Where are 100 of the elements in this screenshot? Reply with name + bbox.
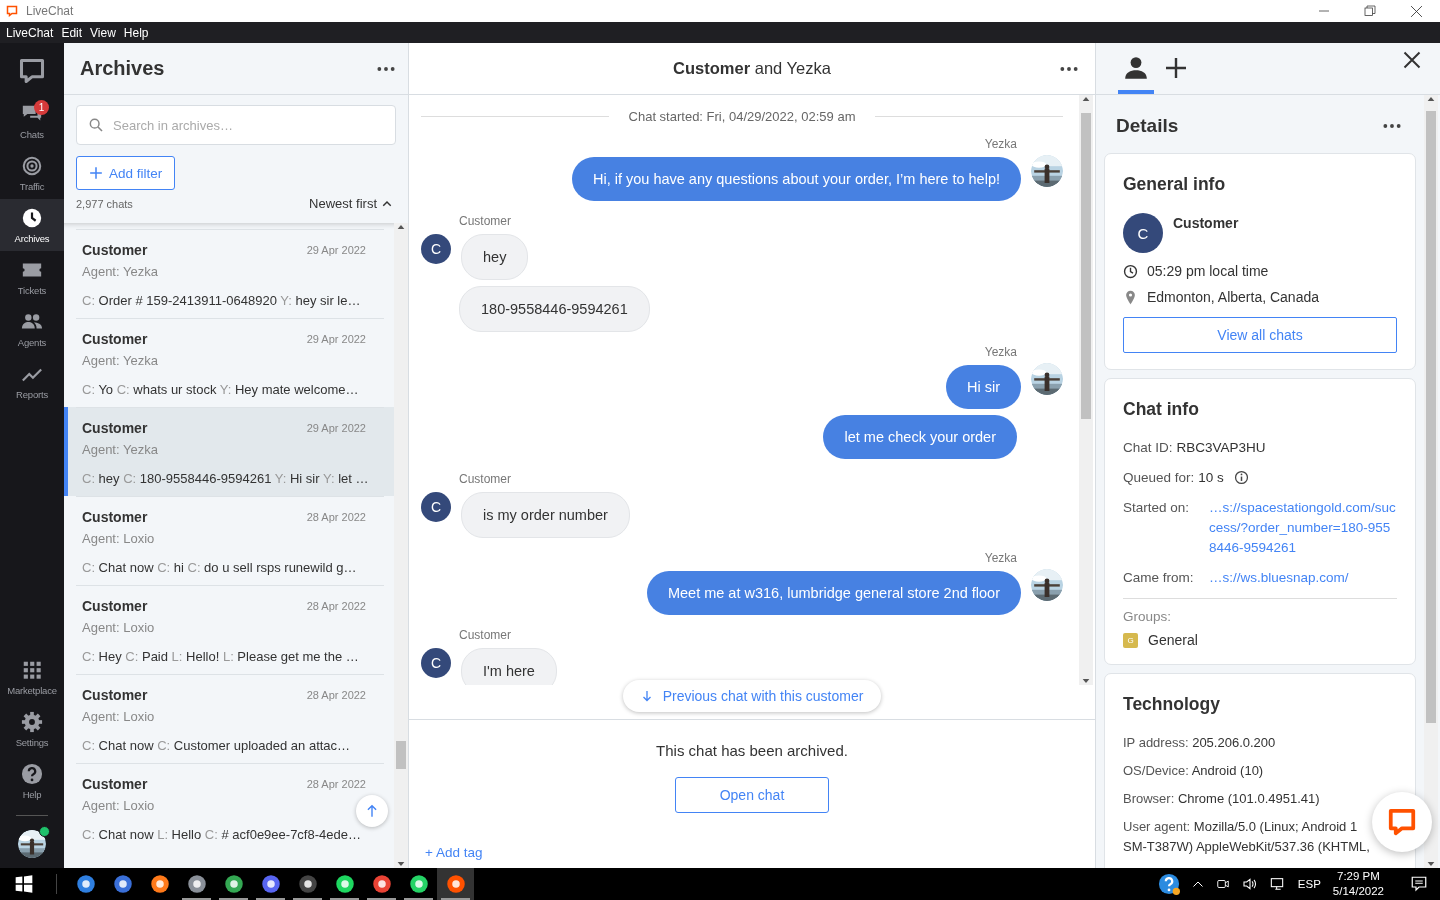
field-value: RBC3VAP3HU bbox=[1176, 439, 1266, 457]
message-preview: C: Hey C: Paid L: Hello! L: Please get me the … bbox=[82, 649, 359, 664]
avatar: C bbox=[1123, 213, 1163, 253]
url-link[interactable]: …s://spacestationgold.com/success/?order_number=180-9558446-9594261 bbox=[1209, 498, 1397, 558]
card-title: Technology bbox=[1123, 694, 1221, 715]
field-value: 10 s bbox=[1198, 469, 1224, 487]
chat-list-item[interactable]: Customer 28 Apr 2022 Agent: Loxio C: Chat now C: Customer uploaded an attac… bbox=[64, 674, 394, 763]
author-name: Customer bbox=[459, 214, 512, 228]
chat-list-item[interactable]: Customer 28 Apr 2022 Agent: Loxio C: Hey C: Paid L: Hello! L: Please get me the … bbox=[64, 585, 394, 674]
menu-item[interactable]: Edit bbox=[57, 25, 87, 40]
chat-date: 28 Apr 2022 bbox=[306, 778, 366, 790]
avatar: C bbox=[421, 648, 451, 678]
chat-start-time: Chat started: Fri, 04/29/2022, 02:59 am bbox=[628, 109, 856, 124]
field-label: Started on: bbox=[1123, 499, 1191, 517]
nav-item[interactable]: Settings bbox=[0, 703, 64, 755]
message-preview: C: hey C: 180-9558446-9594261 Y: Hi sir Y: let … bbox=[82, 471, 369, 486]
chat-date: 29 Apr 2022 bbox=[306, 244, 366, 256]
agent-name: Agent: Loxio bbox=[82, 709, 155, 724]
menu-item[interactable]: View bbox=[86, 25, 120, 40]
add-tag-link[interactable]: + Add tag bbox=[425, 845, 483, 860]
archived-notice: This chat has been archived. bbox=[656, 742, 848, 759]
nav-item[interactable]: Chats 1 bbox=[0, 95, 64, 147]
chat-date: 28 Apr 2022 bbox=[306, 689, 366, 701]
nav-item[interactable]: Tickets bbox=[0, 251, 64, 303]
url-link[interactable]: …s://ws.bluesnap.com/ bbox=[1209, 568, 1397, 588]
avatar: C bbox=[421, 234, 451, 264]
nav-item[interactable]: Agents bbox=[0, 303, 64, 355]
avatar: C bbox=[421, 492, 451, 522]
local-time: 05:29 pm local time bbox=[1147, 263, 1269, 279]
author-name: Customer bbox=[459, 628, 512, 642]
agent-name: Agent: Yezka bbox=[82, 442, 158, 457]
sort-button[interactable]: Newest first bbox=[309, 196, 392, 211]
chat-list-item[interactable]: Customer 29 Apr 2022 Agent: Yezka C: Order # 159-2413911-0648920 Y: hey sir le… bbox=[64, 229, 394, 318]
add-filter-button[interactable]: Add filter bbox=[76, 156, 176, 190]
message-bubble: I'm here bbox=[461, 648, 557, 685]
nav-item[interactable]: Reports bbox=[0, 355, 64, 407]
group-name: General bbox=[1148, 632, 1198, 648]
agent-name: Agent: Loxio bbox=[82, 531, 155, 546]
author-name: Yezka bbox=[984, 551, 1017, 565]
clock[interactable]: 7:29 PM 5/14/2022 bbox=[1332, 869, 1384, 899]
message-bubble: let me check your order bbox=[823, 415, 1017, 459]
chat-list-item[interactable]: Customer 29 Apr 2022 Agent: Yezka C: hey C: 180-9558446-9594261 Y: Hi sir Y: let … bbox=[64, 407, 394, 496]
menu-item[interactable]: Help bbox=[119, 25, 153, 40]
chat-date: 29 Apr 2022 bbox=[306, 333, 366, 345]
panel-title: Archives bbox=[80, 57, 165, 80]
location: Edmonton, Alberta, Canada bbox=[1147, 289, 1319, 305]
chat-count: 2,977 chats bbox=[76, 197, 133, 210]
card-title: General info bbox=[1123, 174, 1227, 195]
customer-name: Customer bbox=[82, 776, 148, 792]
chat-date: 28 Apr 2022 bbox=[306, 511, 366, 523]
message-preview: C: Yo C: whats ur stock Y: Hey mate welcome… bbox=[82, 382, 359, 397]
customer-name: Customer bbox=[82, 331, 148, 347]
technology-detail: OS/Device: Android (10) bbox=[1123, 762, 1264, 780]
message-preview: C: Chat now C: Customer uploaded an attac… bbox=[82, 738, 351, 753]
notification-badge: 1 bbox=[34, 100, 49, 115]
field-label: Groups: bbox=[1123, 609, 1173, 624]
message-bubble: 180-9558446-9594261 bbox=[459, 286, 650, 332]
open-chat-button[interactable]: Open chat bbox=[675, 777, 829, 813]
message-bubble: is my order number bbox=[461, 492, 630, 538]
message-bubble: hey bbox=[461, 234, 529, 280]
message-bubble: Hi, if you have any questions about your order, I’m here to help! bbox=[571, 157, 1021, 201]
customer-name: Customer bbox=[82, 509, 148, 525]
language-indicator[interactable]: ESP bbox=[1297, 878, 1321, 890]
chat-date: 28 Apr 2022 bbox=[306, 600, 366, 612]
group-tag: G bbox=[1123, 632, 1138, 648]
nav-item[interactable]: Marketplace bbox=[0, 651, 64, 703]
search-field[interactable]: Search in archives… bbox=[76, 105, 396, 145]
author-name: Yezka bbox=[984, 345, 1017, 359]
agent-name: Agent: Yezka bbox=[82, 353, 158, 368]
chat-date: 29 Apr 2022 bbox=[306, 422, 366, 434]
view-all-chats-button[interactable]: View all chats bbox=[1123, 317, 1397, 353]
customer-name: Customer bbox=[82, 242, 148, 258]
agent-name: Agent: Loxio bbox=[82, 798, 155, 813]
field-label: Came from: bbox=[1123, 569, 1195, 587]
technology-detail: IP address: 205.206.0.200 bbox=[1123, 734, 1276, 752]
previous-chat-button[interactable]: Previous chat with this customer bbox=[622, 680, 882, 712]
customer-name: Customer bbox=[82, 598, 148, 614]
chat-title: Customer and Yezka bbox=[673, 59, 831, 78]
technology-detail: User agent: Mozilla/5.0 (Linux; Android 1 SM-T387W) AppleWebKit/537.36 (KHTML, bbox=[1123, 818, 1370, 856]
field-label: Chat ID: bbox=[1123, 439, 1173, 457]
menu-item[interactable]: LiveChat bbox=[2, 25, 58, 40]
customer-name: Customer bbox=[1173, 215, 1239, 231]
card-title: Chat info bbox=[1123, 399, 1200, 420]
chat-list-item[interactable]: Customer 29 Apr 2022 Agent: Yezka C: Yo C: whats ur stock Y: Hey mate welcome… bbox=[64, 318, 394, 407]
nav-item[interactable]: Help bbox=[0, 755, 64, 807]
window-title: LiveChat bbox=[26, 4, 75, 18]
agent-name: Agent: Loxio bbox=[82, 620, 155, 635]
author-name: Yezka bbox=[984, 137, 1017, 151]
field-label: Queued for: bbox=[1123, 469, 1195, 487]
message-bubble: Meet me at w316, lumbridge general store 2nd floor bbox=[646, 571, 1021, 615]
customer-name: Customer bbox=[82, 420, 148, 436]
chat-list-item[interactable]: Customer 28 Apr 2022 Agent: Loxio C: Chat now C: hi C: do u sell rsps runewild g… bbox=[64, 496, 394, 585]
panel-title: Details bbox=[1116, 115, 1179, 137]
agent-name: Agent: Yezka bbox=[82, 264, 158, 279]
author-name: Customer bbox=[459, 472, 512, 486]
technology-detail: Browser: Chrome (101.0.4951.41) bbox=[1123, 790, 1320, 808]
customer-name: Customer bbox=[82, 687, 148, 703]
message-preview: C: Chat now L: Hello C: # acf0e9ee-7cf8-4ede… bbox=[82, 827, 361, 842]
nav-item[interactable]: Traffic bbox=[0, 147, 64, 199]
nav-item[interactable]: Archives bbox=[0, 199, 64, 251]
